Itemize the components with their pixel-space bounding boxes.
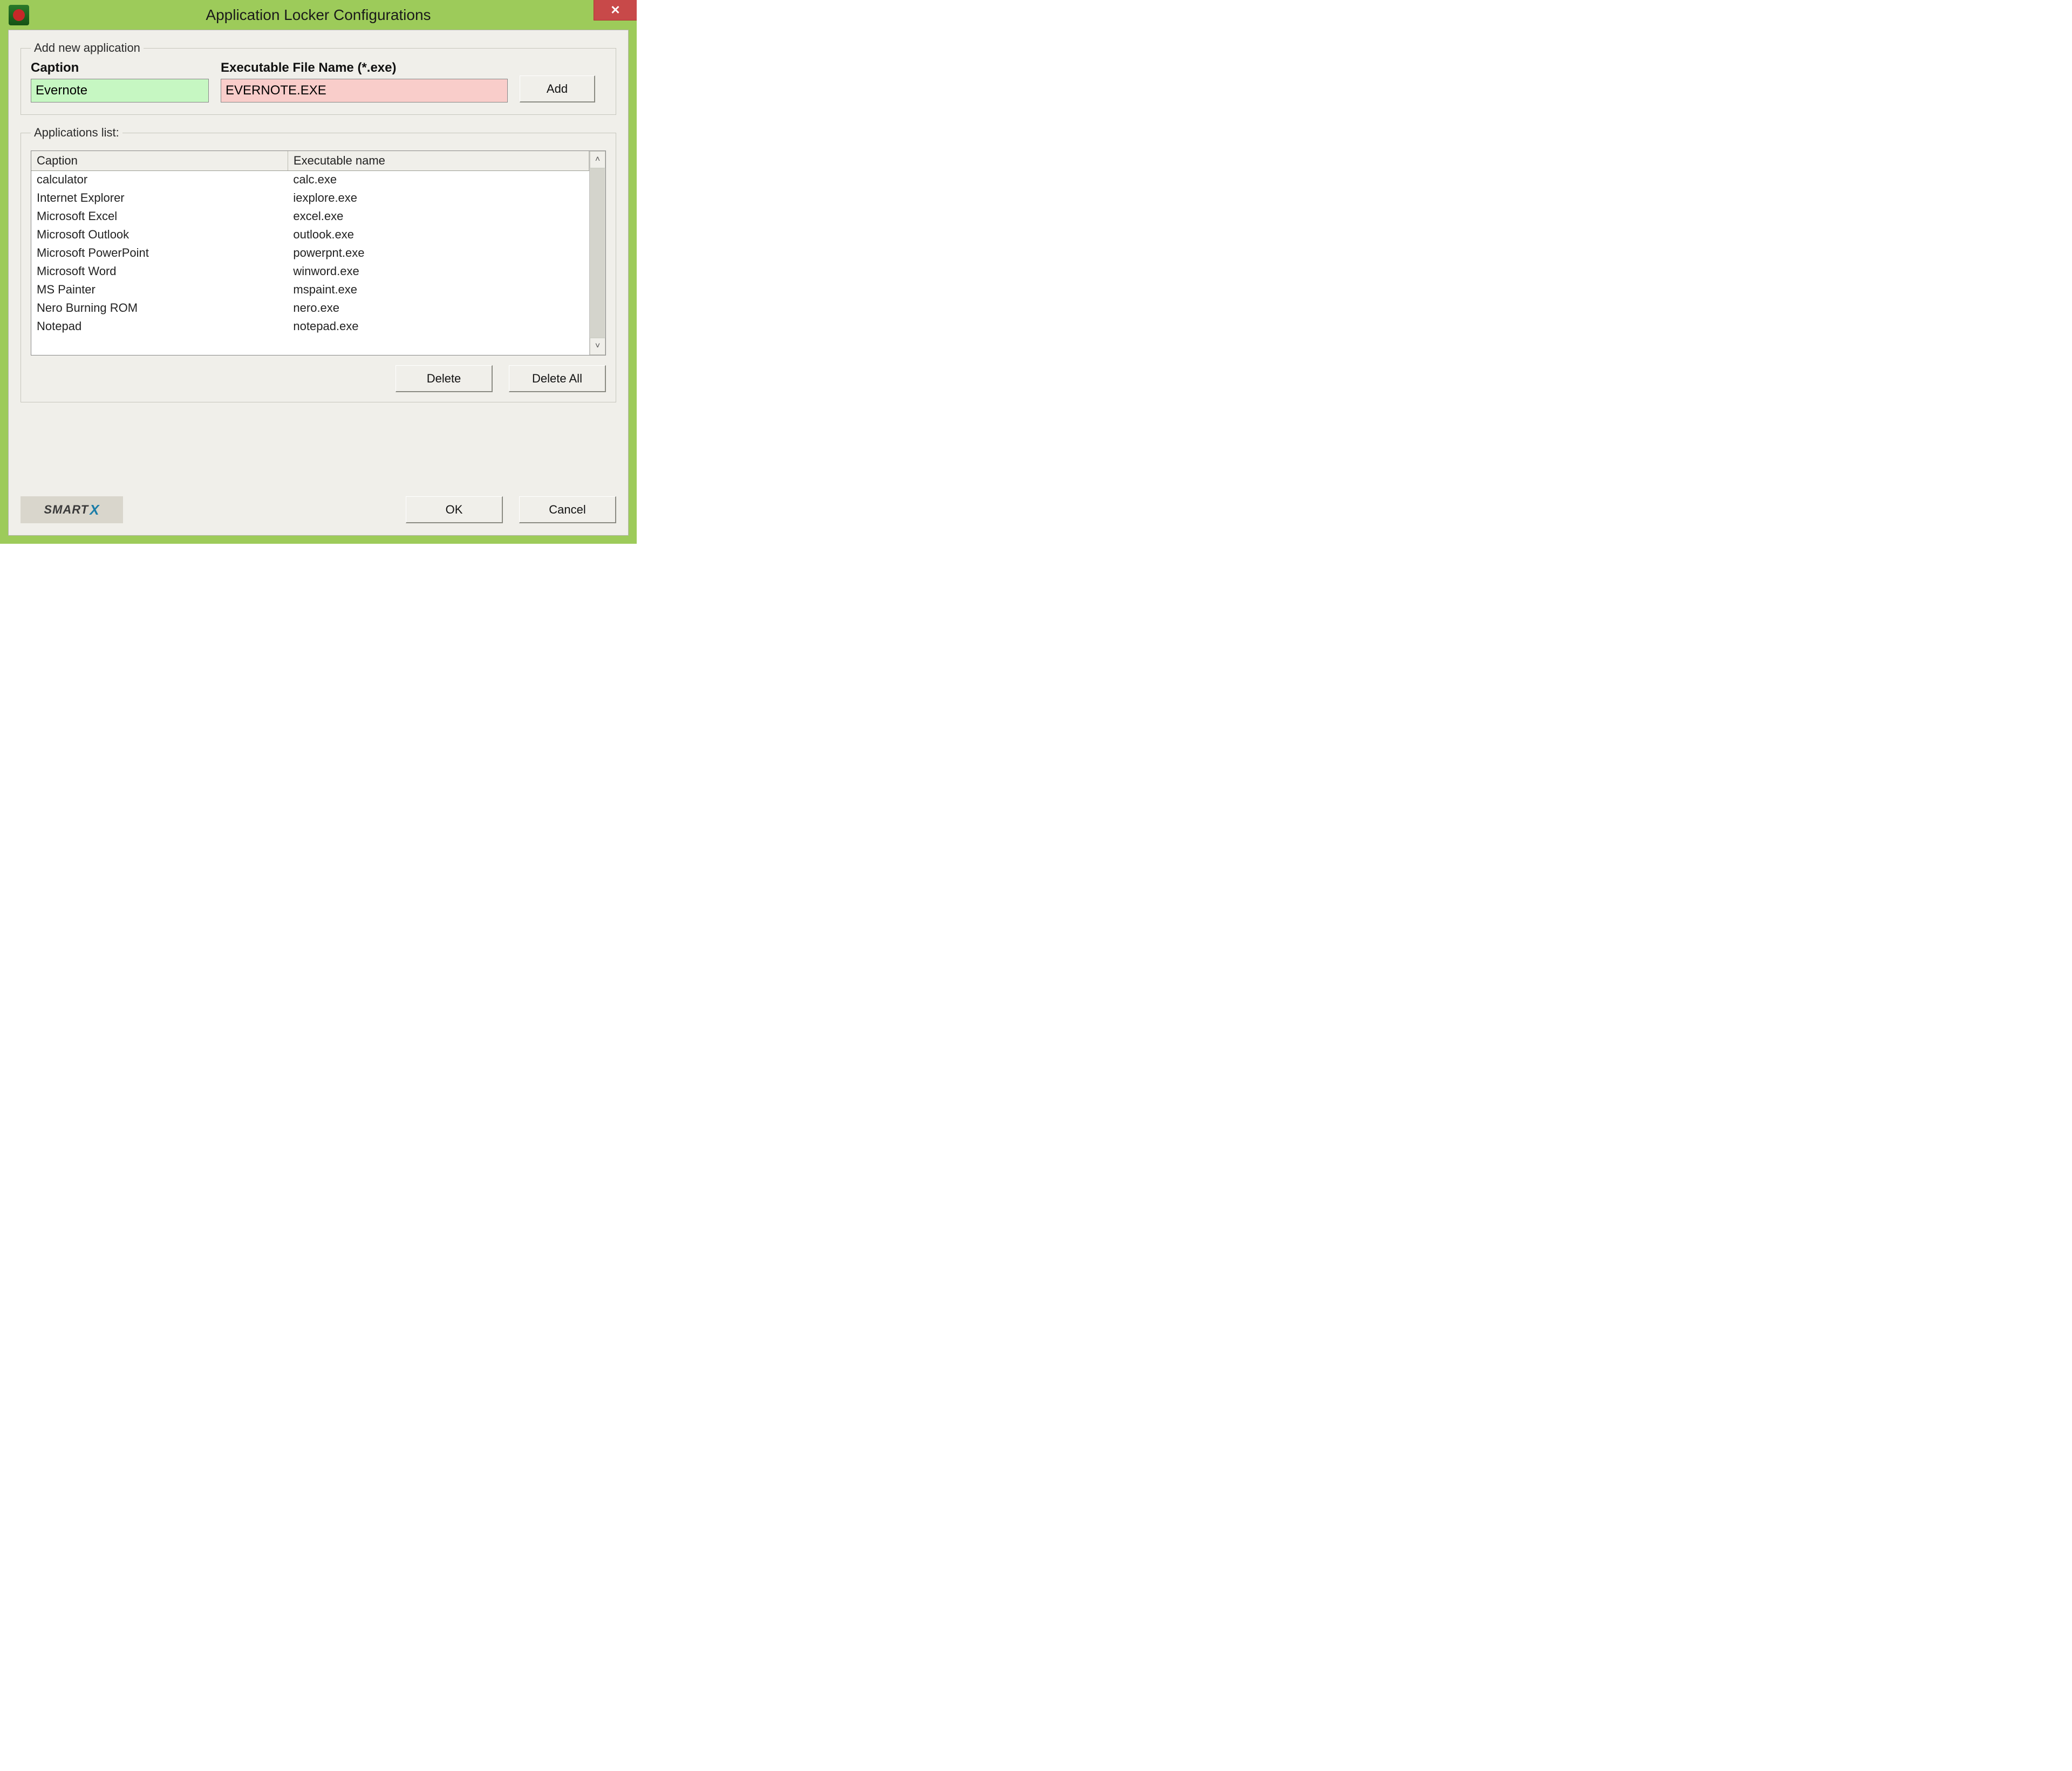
cell-caption: MS Painter	[31, 281, 288, 299]
table-row[interactable]: MS Painter mspaint.exe	[31, 281, 589, 299]
delete-all-button[interactable]: Delete All	[509, 365, 606, 392]
footer-row: SMART X OK Cancel	[21, 496, 616, 523]
chevron-up-icon: ˄	[595, 155, 600, 165]
cell-caption: Internet Explorer	[31, 189, 288, 207]
table-row[interactable]: Microsoft Excel excel.exe	[31, 207, 589, 225]
add-application-row: Caption Executable File Name (*.exe) Add	[31, 60, 606, 102]
cell-caption: Microsoft Outlook	[31, 225, 288, 244]
cell-exe: iexplore.exe	[288, 189, 589, 207]
client-area: Add new application Caption Executable F…	[8, 30, 629, 536]
cell-caption: Microsoft Word	[31, 262, 288, 281]
cancel-button[interactable]: Cancel	[519, 496, 616, 523]
scroll-track[interactable]	[590, 168, 605, 338]
applications-table-container: Caption Executable name calculator calc.…	[31, 151, 606, 355]
cell-caption: Microsoft Excel	[31, 207, 288, 225]
cell-caption: calculator	[31, 170, 288, 189]
ok-button[interactable]: OK	[406, 496, 503, 523]
cell-caption: Nero Burning ROM	[31, 299, 288, 317]
dialog-window: Application Locker Configurations ✕ Add …	[0, 0, 637, 544]
applications-list-group: Applications list: Caption Executable na…	[21, 126, 616, 402]
cell-exe: powerpnt.exe	[288, 244, 589, 262]
app-icon	[9, 5, 29, 25]
cell-exe: nero.exe	[288, 299, 589, 317]
app-icon-inner	[13, 9, 25, 21]
column-header-exe[interactable]: Executable name	[288, 151, 589, 170]
list-buttons-row: Delete Delete All	[31, 365, 606, 392]
caption-label: Caption	[31, 60, 209, 76]
titlebar: Application Locker Configurations ✕	[0, 0, 637, 30]
add-application-legend: Add new application	[31, 41, 144, 55]
cell-exe: mspaint.exe	[288, 281, 589, 299]
table-row[interactable]: Microsoft Word winword.exe	[31, 262, 589, 281]
close-button[interactable]: ✕	[594, 0, 637, 20]
add-button[interactable]: Add	[520, 76, 595, 102]
table-row[interactable]: Notepad notepad.exe	[31, 317, 589, 336]
table-row[interactable]: Microsoft Outlook outlook.exe	[31, 225, 589, 244]
cell-exe: winword.exe	[288, 262, 589, 281]
cell-exe: outlook.exe	[288, 225, 589, 244]
brand-logo-text-2: X	[90, 502, 99, 518]
scroll-down-button[interactable]: ˅	[590, 338, 605, 355]
cell-caption: Microsoft PowerPoint	[31, 244, 288, 262]
exe-input[interactable]	[221, 79, 508, 102]
table-row[interactable]: Nero Burning ROM nero.exe	[31, 299, 589, 317]
vertical-scrollbar[interactable]: ˄ ˅	[589, 151, 605, 355]
scroll-up-button[interactable]: ˄	[590, 151, 605, 168]
brand-logo-text-1: SMART	[44, 503, 88, 517]
delete-button[interactable]: Delete	[396, 365, 493, 392]
applications-list-legend: Applications list:	[31, 126, 122, 140]
exe-label: Executable File Name (*.exe)	[221, 60, 508, 76]
footer-buttons: OK Cancel	[406, 496, 616, 523]
brand-logo: SMART X	[21, 496, 123, 523]
table-row[interactable]: Internet Explorer iexplore.exe	[31, 189, 589, 207]
table-row[interactable]: Microsoft PowerPoint powerpnt.exe	[31, 244, 589, 262]
chevron-down-icon: ˅	[595, 341, 600, 351]
close-icon: ✕	[610, 3, 620, 17]
cell-exe: calc.exe	[288, 170, 589, 189]
window-title: Application Locker Configurations	[0, 6, 637, 24]
cell-exe: notepad.exe	[288, 317, 589, 336]
cell-exe: excel.exe	[288, 207, 589, 225]
table-row[interactable]: calculator calc.exe	[31, 170, 589, 189]
caption-input[interactable]	[31, 79, 209, 102]
cell-caption: Notepad	[31, 317, 288, 336]
column-header-caption[interactable]: Caption	[31, 151, 288, 170]
add-application-group: Add new application Caption Executable F…	[21, 41, 616, 115]
applications-table[interactable]: Caption Executable name calculator calc.…	[31, 151, 589, 336]
